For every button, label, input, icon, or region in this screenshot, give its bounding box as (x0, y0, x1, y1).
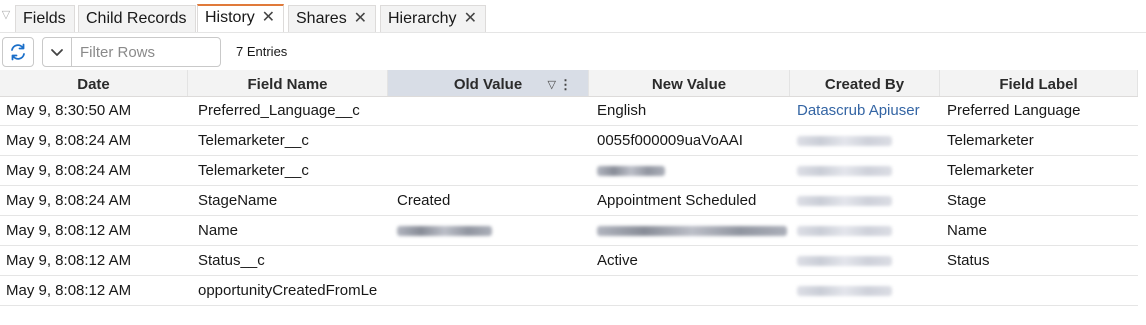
filter-rows-input[interactable] (71, 37, 221, 67)
tab-bar: ▽ Fields Child Records History ✕ Shares … (0, 0, 1146, 33)
new-value-redacted (591, 216, 790, 245)
created-by-redacted[interactable] (791, 246, 940, 275)
refresh-button[interactable] (2, 37, 34, 67)
column-header-label: Old Value (453, 76, 523, 93)
date-cell: May 9, 8:08:24 AM (6, 162, 132, 179)
date-cell: May 9, 8:30:50 AM (6, 102, 132, 119)
field-label-cell: Status (947, 252, 990, 269)
field-name-cell: Telemarketer__c (198, 162, 309, 179)
field-label-cell: Name (947, 222, 988, 239)
redacted-text (797, 166, 892, 177)
entries-count: 7 Entries (236, 44, 288, 59)
tab-label: History (205, 9, 255, 26)
field-name-cell: Telemarketer__c (198, 132, 309, 149)
redacted-text (797, 136, 892, 147)
field-name-cell: Preferred_Language__c (198, 102, 360, 119)
filter-menu-button[interactable] (42, 37, 72, 67)
redacted-text (397, 226, 492, 237)
old-value-cell (391, 246, 589, 275)
tab-shares[interactable]: Shares ✕ (288, 5, 376, 32)
close-icon[interactable]: ✕ (464, 6, 477, 32)
field-name-cell: Status__c (198, 252, 265, 269)
tab-hierarchy[interactable]: Hierarchy ✕ (380, 5, 486, 32)
old-value-redacted (391, 216, 589, 245)
column-header-field-label[interactable]: Field Label (940, 70, 1138, 96)
created-by-redacted[interactable] (791, 156, 940, 185)
field-name-cell: opportunityCreatedFromLe (198, 282, 378, 299)
tab-history[interactable]: History ✕ (197, 4, 284, 32)
table-row[interactable]: May 9, 8:08:24 AM Telemarketer__c Telema… (0, 156, 1138, 186)
tab-label: Child Records (86, 10, 187, 27)
table-row[interactable]: May 9, 8:08:24 AM Telemarketer__c 0055f0… (0, 126, 1138, 156)
new-value-cell: Appointment Scheduled (597, 192, 757, 209)
redacted-text (797, 286, 892, 297)
refresh-icon (11, 43, 25, 61)
old-value-cell: Created (397, 192, 451, 209)
tab-child-records[interactable]: Child Records (78, 5, 196, 32)
tab-label: Shares (296, 10, 347, 27)
column-header-label: Field Name (247, 76, 328, 93)
column-header-label: Field Label (999, 76, 1078, 93)
created-by-redacted[interactable] (791, 216, 940, 245)
table-row[interactable]: May 9, 8:08:24 AM StageName Created Appo… (0, 186, 1138, 216)
column-header-created-by[interactable]: Created By (790, 70, 940, 96)
field-name-cell: StageName (198, 192, 278, 209)
date-cell: May 9, 8:08:24 AM (6, 192, 132, 209)
column-header-old-value[interactable]: Old Value ▽ ⋮ (388, 70, 589, 96)
close-icon[interactable]: ✕ (354, 6, 367, 32)
tab-fields[interactable]: Fields (15, 5, 75, 32)
new-value-cell (591, 276, 790, 305)
tab-label: Hierarchy (388, 10, 457, 27)
column-header-label: New Value (651, 76, 727, 93)
field-label-cell: Stage (947, 192, 987, 209)
date-cell: May 9, 8:08:12 AM (6, 282, 132, 299)
column-header-date[interactable]: Date (0, 70, 188, 96)
filter-icon[interactable]: ▽ (548, 70, 556, 96)
redacted-text (597, 226, 787, 237)
field-label-cell (941, 276, 1138, 305)
old-value-cell (391, 156, 589, 185)
tab-label: Fields (23, 10, 66, 27)
more-vertical-icon[interactable]: ⋮ (559, 70, 572, 96)
old-value-cell (391, 276, 589, 305)
redacted-text (797, 256, 892, 267)
field-label-cell: Telemarketer (947, 162, 1034, 179)
column-header-new-value[interactable]: New Value (589, 70, 790, 96)
table-row[interactable]: May 9, 8:08:12 AM opportunityCreatedFrom… (0, 276, 1138, 306)
toolbar: 7 Entries (0, 35, 1146, 69)
created-by-redacted[interactable] (791, 186, 940, 215)
field-name-cell: Name (198, 222, 239, 239)
column-header-field-name[interactable]: Field Name (188, 70, 388, 96)
created-by-link[interactable]: Datascrub Apiuser (791, 96, 940, 125)
table-row[interactable]: May 9, 8:08:12 AM Status__c Active Statu… (0, 246, 1138, 276)
grid-header: Date Field Name Old Value ▽ ⋮ New Value … (0, 70, 1138, 97)
old-value-cell (391, 96, 589, 125)
field-label-cell: Telemarketer (947, 132, 1034, 149)
created-by-redacted[interactable] (791, 126, 940, 155)
new-value-cell: English (597, 102, 647, 119)
redacted-text (797, 226, 892, 237)
chevron-down-icon[interactable]: ▽ (0, 8, 12, 22)
close-icon[interactable]: ✕ (262, 6, 275, 30)
old-value-cell (391, 126, 589, 155)
grid-body: May 9, 8:30:50 AM Preferred_Language__c … (0, 96, 1138, 306)
date-cell: May 9, 8:08:24 AM (6, 132, 132, 149)
chevron-down-icon (51, 49, 63, 56)
date-cell: May 9, 8:08:12 AM (6, 252, 132, 269)
redacted-text (597, 166, 665, 177)
new-value-cell: 0055f000009uaVoAAI (597, 132, 743, 149)
table-row[interactable]: May 9, 8:30:50 AM Preferred_Language__c … (0, 96, 1138, 126)
table-row[interactable]: May 9, 8:08:12 AM Name Name (0, 216, 1138, 246)
field-label-cell: Preferred Language (947, 102, 1081, 119)
new-value-redacted (591, 156, 790, 185)
column-header-label: Created By (824, 76, 905, 93)
date-cell: May 9, 8:08:12 AM (6, 222, 132, 239)
new-value-cell: Active (597, 252, 638, 269)
column-header-label: Date (77, 76, 110, 93)
redacted-text (797, 196, 892, 207)
created-by-redacted[interactable] (791, 276, 940, 305)
